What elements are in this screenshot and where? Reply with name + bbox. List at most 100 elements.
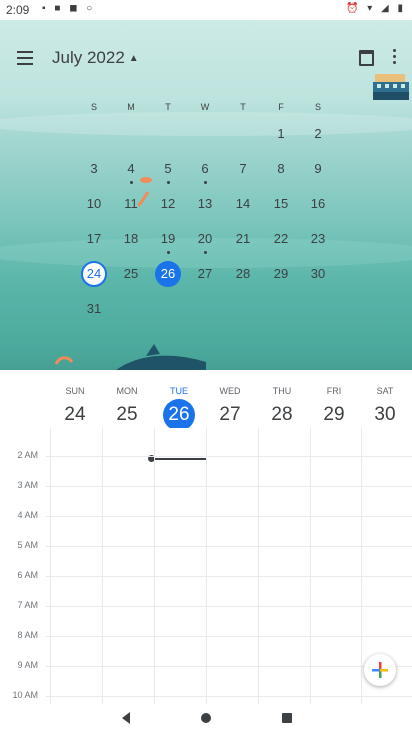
week-day-label: TUE	[170, 386, 188, 396]
notification-icons: ▪ ■ ◼ ○	[42, 3, 96, 14]
hour-line	[46, 486, 412, 487]
month-day[interactable]: 26	[155, 261, 181, 287]
day-column-divider	[310, 428, 311, 704]
month-day[interactable]: 20	[192, 226, 218, 254]
month-day[interactable]: 27	[192, 261, 218, 287]
week-day-number[interactable]: 30	[369, 399, 401, 431]
month-day[interactable]: 5	[155, 156, 181, 184]
shark-illustration	[116, 344, 206, 370]
week-day-label: MON	[116, 386, 138, 396]
month-day[interactable]: 13	[192, 191, 218, 217]
week-day-number[interactable]: 26	[163, 399, 195, 431]
home-icon[interactable]	[197, 710, 215, 726]
hour-label: 9 AM	[17, 660, 38, 670]
month-day[interactable]: 22	[268, 226, 294, 252]
month-day[interactable]: 29	[268, 261, 294, 287]
hour-label: 6 AM	[17, 570, 38, 580]
month-day[interactable]: 23	[305, 226, 331, 252]
week-day-label: FRI	[326, 386, 342, 396]
month-day[interactable]: 17	[81, 226, 107, 252]
week-day-label: SUN	[65, 386, 85, 396]
weekday-letter: T	[240, 102, 246, 112]
hour-label: 8 AM	[17, 630, 38, 640]
plus-icon	[372, 662, 388, 678]
menu-icon	[17, 51, 33, 53]
week-day-number[interactable]: 24	[59, 399, 91, 431]
create-event-button[interactable]	[364, 654, 396, 686]
weekday-letter: M	[127, 102, 135, 112]
weekday-letter: S	[314, 102, 321, 112]
weekday-letter: T	[165, 102, 171, 112]
week-header: SUN 24 MON 25 TUE 26 WED 27 THU 28 FRI 29 SAT 30	[0, 370, 412, 431]
shrimp-illustration	[54, 356, 74, 365]
hour-line	[46, 636, 412, 637]
hour-line	[46, 606, 412, 607]
month-day[interactable]: 25	[118, 261, 144, 287]
month-header: July 2022 ▲ S M T W T F S 1 2 3 4 5 6 7 8 9 10 11 12 13 14 15 1…	[0, 20, 412, 370]
recents-icon[interactable]	[278, 710, 296, 726]
week-day-number[interactable]: 29	[318, 399, 350, 431]
hour-line	[46, 516, 412, 517]
month-day[interactable]: 7	[230, 156, 256, 182]
hour-label: 3 AM	[17, 480, 38, 490]
hour-line	[46, 576, 412, 577]
week-day-number[interactable]: 27	[214, 399, 246, 431]
month-day[interactable]: 31	[81, 296, 107, 322]
month-day[interactable]: 15	[268, 191, 294, 217]
month-day[interactable]: 30	[305, 261, 331, 287]
calendar-today-icon	[359, 50, 374, 66]
month-day[interactable]: 18	[118, 226, 144, 252]
back-icon[interactable]	[118, 710, 136, 726]
month-selector[interactable]: July 2022 ▲	[52, 48, 139, 68]
month-day[interactable]: 14	[230, 191, 256, 217]
event-dot	[167, 181, 170, 184]
more-vert-dot	[393, 55, 396, 58]
week-day-label: SAT	[376, 386, 394, 396]
day-column-divider	[258, 428, 259, 704]
event-dot	[130, 181, 133, 184]
hour-line	[46, 666, 412, 667]
month-day[interactable]: 28	[230, 261, 256, 287]
system-icons: ⏰ ▾ ◢ ▮	[346, 3, 406, 14]
month-title: July 2022	[52, 48, 125, 67]
hour-line	[46, 696, 412, 697]
month-day[interactable]: 11	[118, 191, 144, 217]
month-day[interactable]: 24	[81, 261, 107, 287]
month-day[interactable]: 21	[230, 226, 256, 252]
day-grid[interactable]: 2 AM3 AM4 AM5 AM6 AM7 AM8 AM9 AM10 AM11 …	[0, 428, 412, 704]
month-day[interactable]: 10	[81, 191, 107, 217]
month-day[interactable]: 3	[81, 156, 107, 182]
month-day[interactable]: 19	[155, 226, 181, 254]
month-day[interactable]: 1	[268, 121, 294, 147]
more-options-button[interactable]	[386, 46, 404, 66]
month-day[interactable]: 4	[118, 156, 144, 184]
day-column-divider	[361, 428, 362, 704]
status-time: 2:09	[6, 3, 30, 17]
today-button[interactable]	[356, 46, 376, 66]
status-bar: 2:09 ▪ ■ ◼ ○ ⏰ ▾ ◢ ▮	[0, 0, 412, 20]
hour-label: 10 AM	[12, 690, 38, 700]
week-day-number[interactable]: 28	[266, 399, 298, 431]
event-dot	[167, 251, 170, 254]
wave-decoration	[0, 112, 412, 136]
hour-line	[46, 456, 412, 457]
month-day[interactable]: 9	[305, 156, 331, 182]
hour-label: 4 AM	[17, 510, 38, 520]
weekday-letter: F	[278, 102, 284, 112]
day-column-divider	[50, 428, 51, 704]
day-column-divider	[154, 428, 155, 704]
month-day[interactable]: 16	[305, 191, 331, 217]
hour-line	[46, 546, 412, 547]
weekday-letter: S	[90, 102, 97, 112]
month-day[interactable]: 6	[192, 156, 218, 184]
navigation-bar	[0, 704, 412, 732]
menu-icon-bar	[17, 63, 33, 65]
week-day-number[interactable]: 25	[111, 399, 143, 431]
month-day[interactable]: 8	[268, 156, 294, 182]
menu-button[interactable]	[14, 48, 38, 68]
month-day[interactable]: 12	[155, 191, 181, 217]
month-day[interactable]: 2	[305, 121, 331, 147]
day-column-divider	[102, 428, 103, 704]
more-vert-icon	[393, 49, 396, 52]
current-time-line	[150, 458, 206, 460]
